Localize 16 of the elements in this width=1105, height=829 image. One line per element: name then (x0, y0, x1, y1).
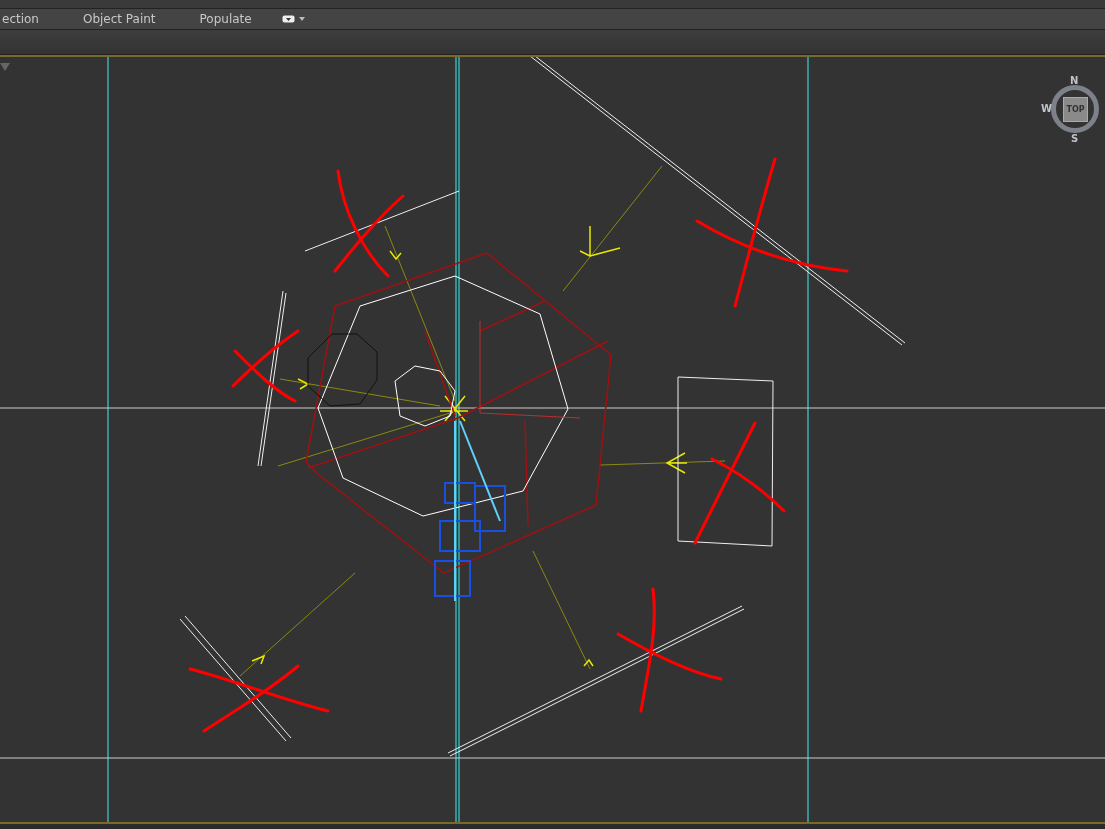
light-icon (583, 658, 594, 667)
light-icon (389, 250, 402, 261)
ribbon-tab[interactable]: Object Paint (60, 9, 178, 29)
toggle-icon[interactable] (281, 15, 295, 23)
ribbon-tab[interactable]: Populate (177, 9, 274, 29)
ribbon-tab[interactable]: ection (0, 9, 61, 29)
compass-label: W (1041, 103, 1053, 114)
dropdown-caret-icon[interactable] (298, 17, 305, 21)
light-icon (251, 654, 266, 665)
light-icon (297, 378, 310, 390)
compass-label: N (1070, 75, 1079, 86)
light-icon (665, 452, 688, 474)
light-icon (439, 395, 469, 422)
cube-face-label[interactable]: TOP (1063, 97, 1088, 122)
light-icon (579, 225, 621, 257)
compass-label: S (1071, 133, 1079, 144)
